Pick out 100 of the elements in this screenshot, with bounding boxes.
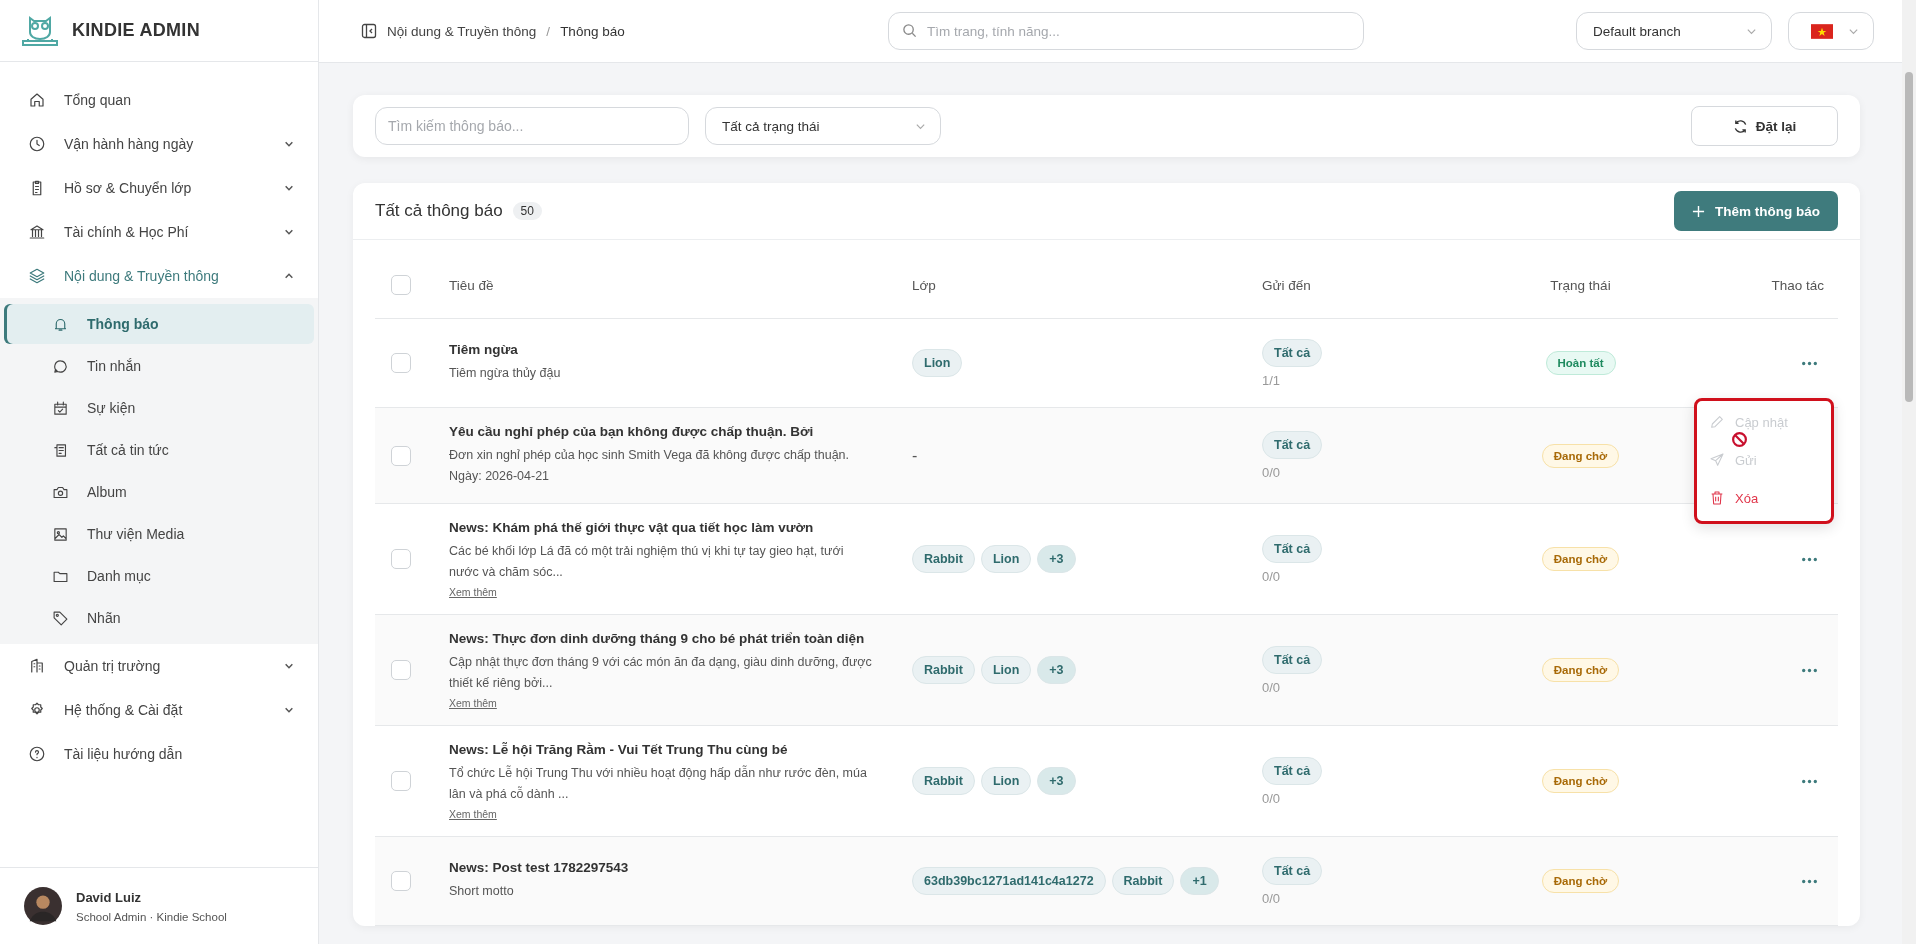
sidebar-subitem[interactable]: Thư viện Media [4, 514, 314, 554]
sidebar-subitem[interactable]: Thông báo [4, 304, 314, 344]
language-select[interactable] [1788, 12, 1874, 50]
status-badge: Đang chờ [1541, 869, 1620, 893]
notification-description: nước và chăm sóc... [449, 564, 563, 581]
column-header: Trạng thái [1549, 277, 1612, 293]
sent-count: 0/0 [1262, 465, 1281, 480]
row-checkbox[interactable] [391, 353, 411, 373]
recipient-tag: Tất cả [1262, 856, 1323, 885]
sent-count: 0/0 [1262, 890, 1281, 906]
card-title: Tất cả thông báo [375, 201, 503, 221]
sidebar-toggle-icon[interactable] [361, 23, 377, 39]
row-checkbox[interactable] [391, 871, 411, 891]
recipient-tag: Tất cả [1262, 431, 1323, 459]
class-tag: 63db39bc1271ad141c4a1272 [912, 867, 1106, 895]
sidebar-item[interactable]: Vận hành hàng ngày [0, 122, 318, 166]
more-options-icon[interactable] [1801, 360, 1818, 366]
more-options-icon[interactable] [1801, 556, 1818, 562]
trash-icon [1709, 490, 1725, 506]
branch-select[interactable]: Default branch [1576, 12, 1772, 50]
read-more-link[interactable]: Xem thêm [449, 697, 497, 709]
building-icon [28, 657, 46, 675]
sidebar-subitem[interactable]: Album [4, 472, 314, 512]
sidebar-subitem[interactable]: Tin nhắn [4, 346, 314, 386]
class-tag: Lion [912, 349, 963, 377]
not-allowed-cursor-icon [1731, 431, 1748, 448]
recipient-tag: Tất cả [1262, 756, 1323, 785]
notification-title: News: Khám phá thế giới thực vật qua tiết học làm vườn [449, 520, 814, 535]
sidebar-subitem[interactable]: Danh mục [4, 556, 314, 596]
status-badge: Hoàn tất [1545, 351, 1616, 375]
sidebar-item[interactable]: Tài liệu hướng dẫn [0, 732, 318, 776]
breadcrumb-separator: / [546, 23, 551, 39]
sidebar-item[interactable]: Nội dung & Truyền thông [0, 254, 318, 298]
sidebar-subitem[interactable]: Nhãn [4, 598, 314, 638]
row-checkbox[interactable] [391, 549, 411, 569]
sidebar-item[interactable]: Tổng quan [0, 78, 318, 122]
sent-count: 1/1 [1262, 372, 1281, 388]
search-field[interactable]: Tìm kiếm thông báo... [375, 107, 689, 145]
sidebar-item[interactable]: Quản trị trường [0, 644, 318, 688]
read-more-link[interactable]: Xem thêm [449, 586, 497, 598]
select-all-checkbox[interactable] [391, 275, 411, 295]
class-tag: Lion [980, 656, 1032, 684]
sent-count: 0/0 [1262, 679, 1281, 695]
notification-description: Đơn xin nghỉ phép của học sinh Smith Vega đã không được chấp thuận. [449, 447, 850, 464]
table-cell: - [912, 446, 918, 465]
status-badge: Đang chờ [1541, 547, 1620, 571]
home-icon [28, 91, 46, 109]
notification-description: Short motto [449, 883, 514, 900]
notification-title: Tiêm ngừa [449, 342, 518, 357]
status-badge: Đang chờ [1541, 443, 1620, 468]
sent-count: 0/0 [1262, 568, 1281, 584]
breadcrumb-link[interactable]: Nội dung & Truyền thông [387, 23, 537, 39]
help-icon [28, 745, 46, 763]
notification-description: Tổ chức Lễ hội Trung Thu với nhiều hoạt động hấp dẫn như rước đèn, múa [449, 764, 867, 782]
class-tag: +1 [1180, 867, 1219, 895]
class-tag: Rabbit [1111, 867, 1175, 895]
app-name: KINDIE ADMIN [72, 20, 200, 41]
status-select[interactable]: Tất cả trạng thái [705, 107, 941, 145]
scrollbar[interactable] [1902, 0, 1916, 944]
flag-icon [1811, 23, 1833, 39]
search-icon [902, 23, 917, 38]
class-tag: Lion [980, 545, 1032, 573]
column-header: Gửi đến [1261, 277, 1312, 293]
sidebar-subitem[interactable]: Sự kiện [4, 388, 314, 428]
paper-plane-icon [1709, 452, 1725, 468]
status-badge: Đang chờ [1541, 658, 1620, 682]
sidebar-item[interactable]: Tài chính & Học Phí [0, 210, 318, 254]
row-checkbox[interactable] [391, 660, 411, 680]
recipient-tag: Tất cả [1262, 534, 1323, 563]
add-notification-button[interactable]: Thêm thông báo [1674, 191, 1838, 231]
read-more-link[interactable]: Xem thêm [449, 808, 497, 820]
sidebar-item[interactable]: Hệ thống & Cài đặt [0, 688, 318, 732]
class-tag: +3 [1037, 767, 1076, 795]
sidebar-item[interactable]: Hồ sơ & Chuyển lớp [0, 166, 318, 210]
search-field[interactable]: Tìm trang, tính năng... [888, 12, 1364, 50]
notification-description: Các bé khối lớp Lá đã có một trải nghiệm thú vị khi tự tay gieo hạt, tưới [449, 543, 844, 560]
refresh-icon [1732, 118, 1748, 134]
class-tag: Rabbit [912, 656, 975, 684]
menu-item[interactable]: Xóa [1709, 481, 1821, 515]
reset-button[interactable]: Đặt lại [1691, 106, 1838, 146]
class-tag: Lion [980, 767, 1032, 795]
sent-count: 0/0 [1262, 790, 1281, 806]
user-name: David Luiz [76, 889, 142, 905]
notification-description: Tiêm ngừa thủy đậu [449, 365, 561, 382]
notification-description: Ngày: 2026-04-21 [449, 468, 550, 485]
avatar [24, 887, 62, 925]
notification-description: lân và phá cỗ dành ... [449, 785, 569, 803]
image-icon [52, 525, 69, 543]
bank-icon [28, 223, 46, 241]
layers-icon [28, 267, 46, 285]
tag-icon [52, 609, 69, 627]
count-badge: 50 [512, 202, 542, 220]
row-checkbox[interactable] [391, 445, 411, 466]
row-checkbox[interactable] [391, 771, 411, 791]
notification-description: thiết kế riêng bởi... [449, 675, 553, 692]
more-options-icon[interactable] [1801, 878, 1818, 884]
sidebar-subitem[interactable]: Tất cả tin tức [4, 430, 314, 470]
more-options-icon[interactable] [1801, 667, 1818, 673]
more-options-icon[interactable] [1801, 778, 1818, 784]
class-tag: Rabbit [912, 545, 975, 573]
